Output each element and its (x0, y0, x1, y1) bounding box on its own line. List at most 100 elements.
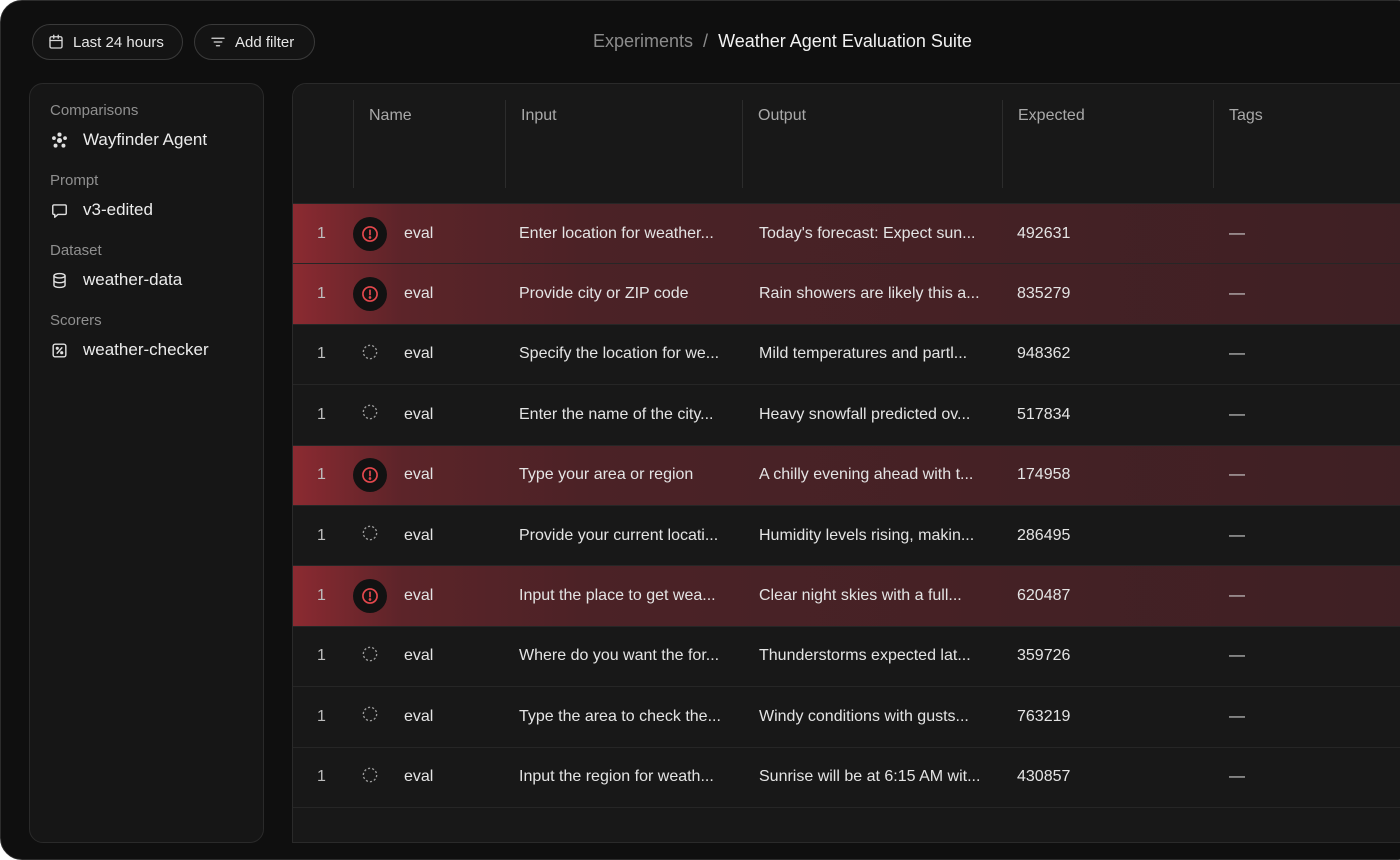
row-number: 1 (317, 707, 326, 725)
row-number: 1 (317, 647, 326, 665)
add-filter-button[interactable]: Add filter (194, 24, 315, 60)
alert-circle-icon (353, 216, 387, 251)
table-row[interactable]: 1 eval Enter location for weather... Tod… (293, 204, 1400, 265)
table-row[interactable]: 1 eval Provide your current locati... Hu… (293, 506, 1400, 567)
alert-circle-icon (353, 458, 387, 493)
breadcrumb: Experiments / Weather Agent Evaluation S… (593, 31, 972, 52)
results-table: Name Input Output Expected Tags 1 eval E… (292, 83, 1400, 843)
row-input: Specify the location for we... (519, 345, 720, 363)
breadcrumb-experiments[interactable]: Experiments (593, 31, 693, 52)
alert-circle-icon (353, 579, 387, 614)
dataset-label: Dataset (50, 242, 102, 259)
row-number: 1 (317, 345, 326, 363)
row-expected: 948362 (1017, 345, 1071, 363)
row-name: eval (404, 224, 434, 242)
status-cell (352, 385, 388, 444)
percent-icon (52, 342, 67, 358)
row-input: Provide city or ZIP code (519, 285, 689, 303)
column-header-name[interactable]: Name (353, 100, 506, 188)
dashed-circle-icon (360, 704, 380, 729)
row-tags: — (1229, 466, 1245, 484)
row-output: Sunrise will be at 6:15 AM wit... (759, 768, 981, 786)
column-header-tags[interactable]: Tags (1213, 100, 1400, 188)
row-output: Heavy snowfall predicted ov... (759, 405, 971, 423)
row-input: Where do you want the for... (519, 647, 720, 665)
status-cell (352, 627, 388, 686)
row-input: Input the region for weath... (519, 768, 714, 786)
prompt-value: v3-edited (83, 200, 153, 219)
chat-bubble-icon (52, 203, 67, 218)
table-header: Name Input Output Expected Tags (293, 84, 1400, 204)
table-row[interactable]: 1 eval Input the place to get wea... Cle… (293, 566, 1400, 627)
status-cell (352, 446, 388, 505)
row-tags: — (1229, 707, 1245, 725)
table-row[interactable]: 1 eval Type the area to check the... Win… (293, 687, 1400, 748)
row-output: Today's forecast: Expect sun... (759, 224, 976, 242)
status-cell (352, 566, 388, 625)
time-range-label: Last 24 hours (73, 33, 164, 51)
row-output: Thunderstorms expected lat... (759, 647, 971, 665)
row-number: 1 (317, 526, 326, 544)
row-output: Windy conditions with gusts... (759, 707, 969, 725)
filter-icon (211, 37, 225, 47)
comparisons-section: Comparisons Wayfinder Agent (50, 102, 243, 150)
row-expected: 359726 (1017, 647, 1071, 665)
status-cell (352, 506, 388, 565)
row-expected: 174958 (1017, 466, 1071, 484)
row-name: eval (404, 768, 434, 786)
row-output: Clear night skies with a full... (759, 587, 962, 605)
dashed-circle-icon (360, 644, 380, 669)
table-row[interactable]: 1 eval Where do you want the for... Thun… (293, 627, 1400, 688)
row-name: eval (404, 405, 434, 423)
dashed-circle-icon (360, 765, 380, 790)
comparison-item[interactable]: Wayfinder Agent (50, 130, 243, 150)
table-row[interactable]: 1 eval Enter the name of the city... Hea… (293, 385, 1400, 446)
row-name: eval (404, 285, 434, 303)
row-expected: 763219 (1017, 707, 1071, 725)
row-number: 1 (317, 405, 326, 423)
column-header-output[interactable]: Output (742, 100, 1002, 188)
scorer-item[interactable]: weather-checker (50, 340, 243, 360)
calendar-icon (49, 34, 63, 49)
table-body: 1 eval Enter location for weather... Tod… (293, 204, 1400, 808)
table-row[interactable]: 1 eval Input the region for weath... Sun… (293, 748, 1400, 808)
comparison-value: Wayfinder Agent (83, 130, 208, 149)
dataset-item[interactable]: weather-data (50, 270, 243, 290)
table-row[interactable]: 1 eval Type your area or region A chilly… (293, 445, 1400, 506)
row-number: 1 (317, 587, 326, 605)
row-input: Type the area to check the... (519, 707, 721, 725)
row-input: Provide your current locati... (519, 526, 719, 544)
database-icon (53, 272, 66, 288)
time-range-button[interactable]: Last 24 hours (32, 24, 183, 60)
dashed-circle-icon (360, 523, 380, 548)
row-input: Input the place to get wea... (519, 587, 716, 605)
row-expected: 286495 (1017, 526, 1071, 544)
row-tags: — (1229, 587, 1245, 605)
row-name: eval (404, 647, 434, 665)
sidebar: Comparisons Wayfinder Agent Prompt v3-ed… (29, 83, 264, 843)
row-output: Rain showers are likely this a... (759, 285, 980, 303)
prompt-item[interactable]: v3-edited (50, 200, 243, 220)
column-header-expected[interactable]: Expected (1002, 100, 1214, 188)
row-name: eval (404, 587, 434, 605)
scorers-label: Scorers (50, 312, 102, 329)
row-input: Enter the name of the city... (519, 405, 714, 423)
dashed-circle-icon (360, 402, 380, 427)
row-expected: 835279 (1017, 285, 1071, 303)
status-cell (352, 687, 388, 746)
row-tags: — (1229, 285, 1245, 303)
table-row[interactable]: 1 eval Provide city or ZIP code Rain sho… (293, 264, 1400, 325)
scorer-value: weather-checker (83, 340, 209, 359)
row-expected: 492631 (1017, 224, 1071, 242)
row-input: Type your area or region (519, 466, 694, 484)
row-tags: — (1229, 345, 1245, 363)
row-name: eval (404, 466, 434, 484)
table-row[interactable]: 1 eval Specify the location for we... Mi… (293, 325, 1400, 386)
row-name: eval (404, 707, 434, 725)
prompt-section: Prompt v3-edited (50, 172, 243, 220)
column-header-input[interactable]: Input (505, 100, 743, 188)
row-tags: — (1229, 224, 1245, 242)
breadcrumb-separator: / (703, 31, 709, 51)
row-tags: — (1229, 647, 1245, 665)
row-number: 1 (317, 285, 326, 303)
